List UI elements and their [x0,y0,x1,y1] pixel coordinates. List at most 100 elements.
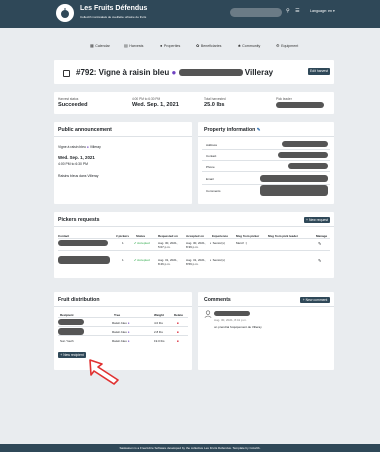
grape-icon: ● [127,330,130,334]
trash-icon[interactable]: ■ [177,339,179,343]
tree-name: Raisin bleu ● [112,321,130,325]
pencil-icon[interactable]: ✎ [257,127,261,132]
tree-name-text: Raisin bleu [112,330,127,334]
user-name-redacted[interactable] [230,8,282,17]
divider [58,326,188,327]
harvest-date: Wed. Sep. 1, 2021 [132,102,179,108]
announcement-time: 4:00 PM to 6:30 PM [58,162,88,166]
tree-name: Raisin bleu ● [112,330,130,334]
comments-redacted [260,185,328,196]
announcement-line: Vigne à raisin bleu ● Villeray [58,145,101,149]
user-icon[interactable]: ⚲ [286,8,290,14]
trash-icon[interactable]: ■ [177,330,179,334]
divider [58,250,330,251]
pick-leader-redacted[interactable] [276,102,324,108]
pick-leader-label: Pick leader [276,97,292,101]
tree-name-text: Raisin bleu [112,339,127,343]
logo[interactable] [56,4,74,22]
red-arrow-annotation [89,359,119,385]
brand-title[interactable]: Les Fruits Défendus [80,5,147,12]
edit-harvest-button[interactable]: Edit harvest [308,68,330,75]
nav-beneficiaries-label: Beneficiaries [200,44,222,48]
new-comment-button[interactable]: + New comment [300,297,330,303]
nav-community[interactable]: ♣ Community [238,43,260,48]
nav-harvests[interactable]: ▤ Harvests [124,43,143,48]
status-label: Harvest status [58,97,79,101]
nav-properties-label: Properties [163,44,181,48]
field-email-label: Email [206,177,214,181]
distribution-title: Fruit distribution [58,297,100,303]
experience: ◐ Senior(s) [210,258,225,262]
total-label: Total harvested [204,97,226,101]
beneficiaries-icon: ✿ [196,43,200,48]
picker-message: Merci! :) [236,241,247,245]
weight: 2.8 lbs [154,330,163,334]
picker-name-redacted[interactable] [58,256,110,264]
recipient-name[interactable]: Sun Youth [60,339,74,343]
nav-community-label: Community [242,44,261,48]
comment-text: on prendrai l'équipement de Villeray [214,325,262,329]
calendar-icon: ▦ [90,43,94,48]
divider [202,160,330,161]
picker-count: 1 [122,258,124,262]
field-address-label: Address [206,143,218,147]
announcement-city: Villeray [89,145,101,149]
announcement-date: Wed. Sep. 1, 2021 [58,155,95,160]
pickers-title: Pickers requests [58,217,100,223]
nav-equipment-label: Equipment [281,44,299,48]
requested-time: 8:46 p.m. [158,262,171,266]
picker-name-redacted[interactable] [58,240,108,246]
brand-subtitle: Collectif montréalais de cueillette urba… [80,15,147,19]
announcement-tree: Vigne à raisin bleu [58,145,86,149]
recipient-redacted [58,319,84,325]
status-badge: ✔ Accepted [134,258,150,262]
nav-equipment[interactable]: ⚙ Equipment [276,43,298,48]
grape-icon: ● [171,68,177,77]
divider [58,238,330,239]
weight: 19.0 lbs [154,339,165,343]
avatar-icon [204,310,212,318]
grape-icon: ● [127,339,130,343]
tree-name: Raisin bleu ● [112,339,130,343]
property-title-text: Property information [204,127,256,133]
divider [54,306,192,307]
nav-properties[interactable]: ● Properties [160,43,180,48]
nav-beneficiaries[interactable]: ✿ Beneficiaries [196,43,221,48]
edit-pencil-icon[interactable]: ✎ [318,258,321,263]
total-value: 25.0 lbs [204,102,225,108]
grape-icon: ● [127,321,130,325]
status-badge: ✔ Accepted [134,241,150,245]
new-request-button[interactable]: + New request [304,217,330,223]
menu-icon[interactable]: ☰ [295,8,299,14]
divider [202,171,330,172]
contact-redacted[interactable] [278,152,328,158]
field-comments-label: Comments [206,189,221,193]
experience: ◐ Senior(s) [210,241,225,245]
language-selector[interactable]: Language: en ▾ [310,9,335,13]
recipient-redacted [58,328,84,335]
property-title: Property information ✎ [204,127,260,133]
nav-harvests-label: Harvests [129,44,144,48]
email-redacted[interactable] [260,175,328,182]
harvest-stats-card: Harvest status Succeeded 4:00 PM to 6:30… [54,92,334,114]
owner-redacted [178,69,243,77]
property-icon: ● [160,43,163,48]
announcement-description: Raisins bleus dans Villeray [58,174,99,178]
edit-pencil-icon[interactable]: ✎ [318,241,321,246]
divider [54,226,334,227]
commenter-redacted [214,311,250,316]
property-card: Property information ✎ Address Contact P… [198,122,334,204]
page-title: #792: Vigne à raisin bleu ● Villeray [76,68,273,77]
harvest-city: Villeray [244,68,274,77]
trash-icon[interactable]: ■ [177,321,179,325]
divider [58,317,188,318]
announcement-title: Public announcement [58,127,112,133]
address-redacted [282,141,328,147]
accepted-time: 8:59 p.m. [186,262,199,266]
new-recipient-button[interactable]: + New recipient [58,352,86,358]
accepted-time: 8:39 p.m. [186,245,199,249]
divider [202,149,330,150]
tree-name-text: Raisin bleu [112,321,127,325]
nav-calendar[interactable]: ▦ Calendar [90,43,110,48]
harvest-select-checkbox[interactable] [63,70,70,77]
